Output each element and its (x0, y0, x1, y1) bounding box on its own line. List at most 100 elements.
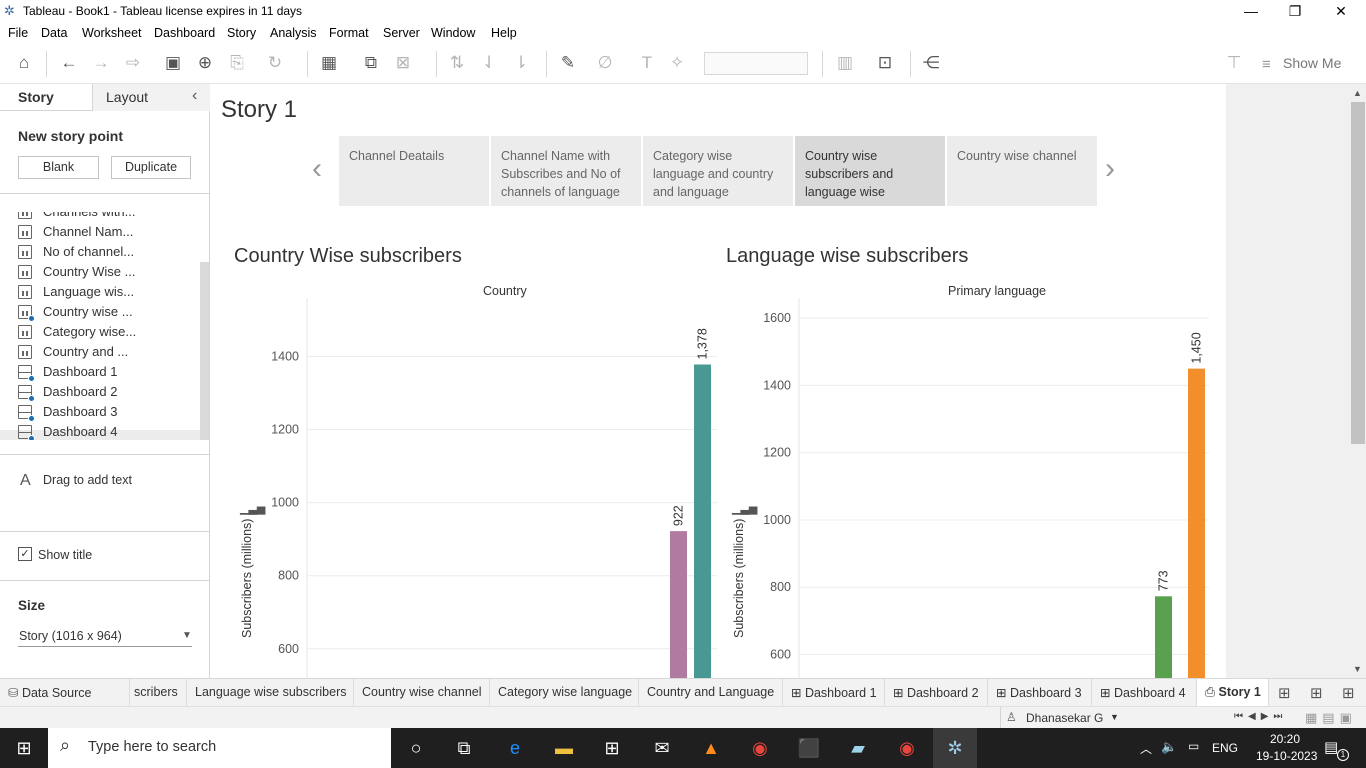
pdf-reader-icon[interactable]: ⬛ (797, 736, 821, 760)
highlight-icon[interactable]: ✎ (557, 52, 579, 74)
sheet-list-item[interactable]: Dashboard 2 (18, 382, 198, 402)
tab-story[interactable]: Story (0, 84, 92, 111)
collapse-panel-icon[interactable]: ‹ (192, 87, 197, 105)
scroll-up-icon[interactable]: ▲ (1353, 88, 1362, 98)
show-cards-icon[interactable]: ▥ (834, 52, 856, 74)
pause-updates-icon[interactable]: ⎘ (226, 52, 248, 74)
fit-dropdown[interactable] (704, 52, 808, 75)
scroll-thumb[interactable] (1351, 102, 1365, 444)
menu-format[interactable]: Format (329, 26, 369, 40)
sort-ascending-icon[interactable]: ⇃ (478, 52, 500, 74)
replay-icon[interactable]: ⇨ (122, 52, 144, 74)
menu-server[interactable]: Server (383, 26, 420, 40)
sheet-list-item[interactable]: Dashboard 4 (18, 422, 198, 440)
story-point-1[interactable]: Channel Deatails (339, 136, 489, 206)
labels-icon[interactable]: T (636, 52, 658, 74)
sheet-list-item[interactable]: Category wise... (18, 322, 198, 342)
chrome-icon[interactable]: ◉ (748, 736, 772, 760)
duplicate-button[interactable]: Duplicate (111, 156, 191, 179)
tab-subscribers[interactable]: scribers (130, 679, 187, 707)
sheet-list-item[interactable]: Country Wise ... (18, 262, 198, 282)
presentation-mode-icon[interactable]: ⊡ (874, 52, 896, 74)
size-dropdown[interactable]: Story (1016 x 964) ▼ (18, 627, 192, 647)
story-point-3[interactable]: Category wise language and country and l… (643, 136, 793, 206)
format-painter-icon[interactable]: ⊤ (1223, 52, 1245, 74)
file-explorer-icon[interactable]: ▬ (552, 736, 576, 760)
language-indicator[interactable]: ENG (1212, 741, 1238, 755)
group-icon[interactable]: ∅ (594, 52, 616, 74)
mail-icon[interactable]: ✉ (650, 736, 674, 760)
minimize-button[interactable]: — (1228, 0, 1274, 23)
task-view-icon[interactable]: ⧉ (452, 736, 476, 760)
tab-language-wise[interactable]: Language wise subscribers (187, 679, 354, 707)
tab-category-wise-language[interactable]: Category wise language (490, 679, 639, 707)
refresh-icon[interactable]: ↻ (264, 52, 286, 74)
maximize-button[interactable]: ❐ (1272, 0, 1318, 23)
story-point-5[interactable]: Country wise channel (947, 136, 1097, 206)
cortana-icon[interactable]: ○ (404, 736, 428, 760)
story-point-4[interactable]: Country wise subscribers and language wi… (795, 136, 945, 206)
chrome-profile-icon[interactable]: ◉ (895, 736, 919, 760)
sheet-list-item[interactable]: No of channel... (18, 242, 198, 262)
menu-data[interactable]: Data (41, 26, 67, 40)
store-icon[interactable]: ⊞ (600, 736, 624, 760)
menu-analysis[interactable]: Analysis (270, 26, 317, 40)
menu-window[interactable]: Window (431, 26, 475, 40)
tray-overflow-icon[interactable]: ︿ (1140, 740, 1152, 757)
tab-story-1[interactable]: ⎙ Story 1 (1197, 679, 1269, 707)
undo-icon[interactable]: ← (58, 52, 80, 74)
sheet-list-item[interactable]: Dashboard 1 (18, 362, 198, 382)
sheets-scrollbar[interactable] (200, 262, 209, 440)
tab-dashboard-4[interactable]: ⊞ Dashboard 4 (1092, 679, 1197, 707)
sheet-list-item[interactable]: Country wise ... (18, 302, 198, 322)
taskbar-search[interactable]: ⌕ Type here to search (48, 728, 391, 768)
user-chevron-down-icon[interactable]: ▼ (1110, 712, 1119, 722)
new-worksheet-tab-icon[interactable]: ⊞ (1278, 684, 1291, 702)
show-title-checkbox[interactable]: ✓ (18, 547, 32, 561)
prev-story-point-icon[interactable]: ‹ (312, 154, 322, 184)
tab-country-and-language[interactable]: Country and Language (639, 679, 783, 707)
tab-dashboard-1[interactable]: ⊞ Dashboard 1 (783, 679, 885, 707)
volume-icon[interactable]: 🔈 (1161, 739, 1177, 755)
sheet-list-item[interactable]: Channel Nam... (18, 222, 198, 242)
drag-to-add-text[interactable]: Drag to add text (43, 473, 132, 487)
view-toggle-icon[interactable]: ▦▤▣ (1305, 710, 1357, 726)
menu-story[interactable]: Story (227, 26, 256, 40)
pin-icon[interactable]: ✧ (666, 52, 688, 74)
menu-help[interactable]: Help (491, 26, 517, 40)
sheet-list-item[interactable]: Language wis... (18, 282, 198, 302)
redo-icon[interactable]: → (90, 52, 112, 74)
menu-dashboard[interactable]: Dashboard (154, 26, 215, 40)
vlc-icon[interactable]: ▲ (699, 736, 723, 760)
user-name[interactable]: Dhanasekar G (1026, 711, 1103, 725)
edge-icon[interactable]: e (503, 736, 527, 760)
blank-button[interactable]: Blank (18, 156, 99, 179)
clock-date[interactable]: 19-10-2023 (1256, 749, 1317, 763)
canvas-vertical-scrollbar[interactable]: ▲ ▼ (1350, 84, 1366, 678)
new-worksheet-icon[interactable]: ▦ (318, 52, 340, 74)
story-point-2[interactable]: Channel Name with Subscribes and No of c… (491, 136, 641, 206)
tab-data-source[interactable]: ⛁ Data Source (0, 679, 130, 707)
swap-icon[interactable]: ⇅ (446, 52, 468, 74)
new-datasource-icon[interactable]: ⊕ (194, 52, 216, 74)
save-icon[interactable]: ▣ (162, 52, 184, 74)
new-dashboard-tab-icon[interactable]: ⊞ (1310, 684, 1323, 702)
share-icon[interactable]: ⋲ (920, 52, 942, 74)
sheet-list-item[interactable]: Channels with... (18, 212, 198, 222)
next-story-point-icon[interactable]: › (1105, 154, 1115, 184)
menu-file[interactable]: File (8, 26, 28, 40)
duplicate-sheet-icon[interactable]: ⧉ (360, 52, 382, 74)
sheet-list-item[interactable]: Dashboard 3 (18, 402, 198, 422)
tab-dashboard-2[interactable]: ⊞ Dashboard 2 (885, 679, 988, 707)
show-me-button[interactable]: Show Me (1283, 55, 1341, 71)
windows-start-icon[interactable]: ⊞ (12, 736, 36, 760)
sheet-navigation-icon[interactable]: ⏮◀▶⏭ (1234, 711, 1287, 722)
close-button[interactable]: ✕ (1318, 0, 1364, 23)
scroll-down-icon[interactable]: ▼ (1353, 664, 1362, 674)
sheet-list-item[interactable]: Country and ... (18, 342, 198, 362)
tab-country-wise-channel[interactable]: Country wise channel (354, 679, 490, 707)
clear-sheet-icon[interactable]: ⊠ (392, 52, 414, 74)
clock-time[interactable]: 20:20 (1262, 732, 1308, 746)
tablet-app-icon[interactable]: ▰ (846, 736, 870, 760)
home-icon[interactable]: ⌂ (13, 52, 35, 74)
